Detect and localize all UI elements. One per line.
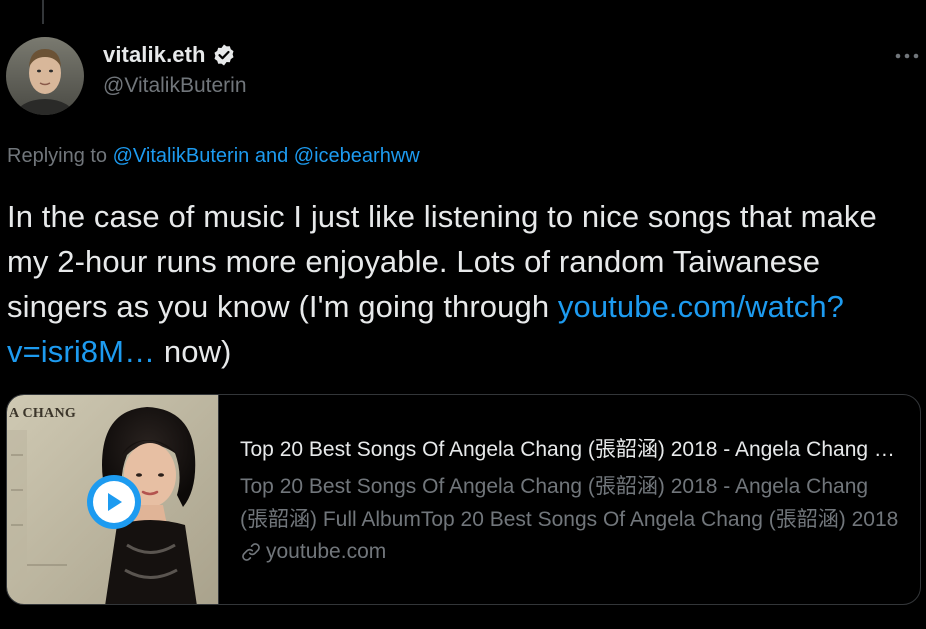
display-name[interactable]: vitalik.eth (103, 42, 206, 68)
thread-connector-line (42, 0, 44, 24)
card-title[interactable]: Top 20 Best Songs Of Angela Chang (張韶涵) … (240, 436, 900, 464)
thumbnail-caption: A CHANG (9, 406, 77, 421)
replying-to-line: Replying to @VitalikButerin and @icebear… (7, 145, 420, 168)
card-domain-row: youtube.com (240, 540, 900, 564)
replying-prefix: Replying to (7, 145, 108, 167)
user-handle[interactable]: @VitalikButerin (103, 74, 247, 98)
avatar[interactable] (6, 37, 84, 115)
reply-mention-icebearhww[interactable]: @icebearhww (294, 145, 420, 167)
link-icon (242, 542, 260, 561)
link-preview-card[interactable]: A CHANG Top 20 Best Songs Of Angela Chan… (6, 394, 921, 605)
play-button[interactable] (87, 475, 141, 529)
reply-mention-vitalikbuterin[interactable]: @VitalikButerin (113, 145, 250, 167)
tweet-text: In the case of music I just like listeni… (7, 194, 907, 374)
display-name-row: vitalik.eth (103, 40, 247, 70)
play-icon (108, 493, 122, 511)
author-block: vitalik.eth @VitalikButerin (103, 40, 247, 98)
avatar-photo-icon (6, 37, 84, 115)
card-description: Top 20 Best Songs Of Angela Chang (張韶涵) … (240, 474, 899, 531)
card-thumbnail[interactable]: A CHANG (7, 395, 219, 604)
card-body[interactable]: Top 20 Best Songs Of Angela Chang (張韶涵) … (219, 395, 920, 604)
more-options-icon[interactable] (894, 46, 920, 66)
verified-badge-icon (212, 43, 236, 67)
reply-conjunction[interactable]: and (255, 145, 288, 167)
tweet-text-tail: now) (163, 334, 232, 369)
play-button-inner (93, 481, 135, 523)
card-domain: youtube.com (266, 539, 387, 563)
